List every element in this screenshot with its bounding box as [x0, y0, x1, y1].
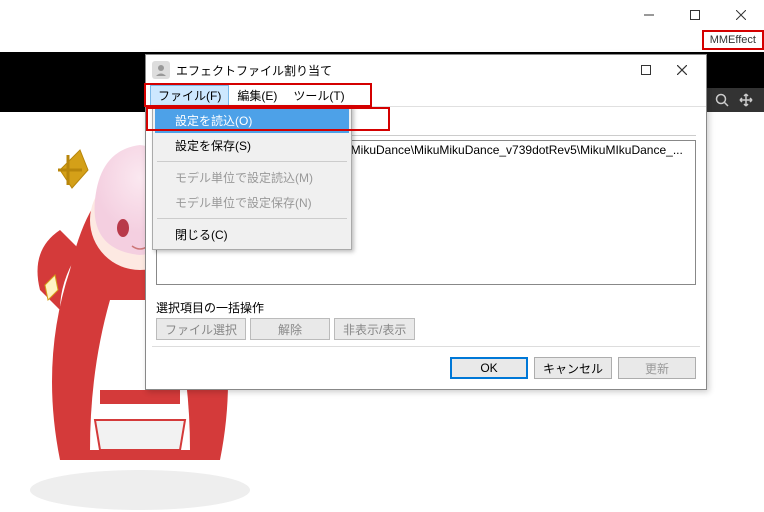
update-button[interactable]: 更新: [618, 357, 696, 379]
list-item-path: (none): [310, 161, 691, 175]
list-item-path: D:\MikuMikuDance\MikuMikuDance_v739dotRe…: [310, 143, 691, 157]
menu-item-model-save: モデル単位で設定保存(N): [155, 190, 349, 215]
menu-item-model-load: モデル単位で設定読込(M): [155, 165, 349, 190]
window-close-button[interactable]: [718, 0, 764, 30]
dialog-title: エフェクトファイル割り当て: [176, 62, 628, 79]
batch-remove-button[interactable]: 解除: [250, 318, 330, 340]
search-icon[interactable]: [710, 88, 734, 112]
menu-separator: [157, 218, 347, 219]
dialog-menubar: ファイル(F) 編集(E) ツール(T) 設定を読込(O) 設定を保存(S) モ…: [146, 85, 706, 107]
batch-file-select-button[interactable]: ファイル選択: [156, 318, 246, 340]
window-maximize-button[interactable]: [672, 0, 718, 30]
dialog-maximize-button[interactable]: [628, 57, 664, 83]
menu-item-load-settings[interactable]: 設定を読込(O): [155, 108, 349, 133]
menu-item-close[interactable]: 閉じる(C): [155, 222, 349, 247]
ok-button[interactable]: OK: [450, 357, 528, 379]
menu-separator: [157, 161, 347, 162]
batch-toggle-visible-button[interactable]: 非表示/表示: [334, 318, 415, 340]
separator: [152, 346, 700, 347]
file-menu-dropdown: 設定を読込(O) 設定を保存(S) モデル単位で設定読込(M) モデル単位で設定…: [152, 105, 352, 250]
menu-item-save-settings[interactable]: 設定を保存(S): [155, 133, 349, 158]
menu-tool[interactable]: ツール(T): [285, 85, 352, 106]
menu-file[interactable]: ファイル(F): [150, 85, 229, 106]
dialog-close-button[interactable]: [664, 57, 700, 83]
mmeffect-menu-label[interactable]: MMEffect: [702, 30, 764, 50]
dialog-app-icon: [152, 61, 170, 79]
effect-file-assign-dialog: エフェクトファイル割り当て ファイル(F) 編集(E) ツール(T) 設定を読込…: [145, 54, 707, 390]
menu-edit[interactable]: 編集(E): [229, 85, 285, 106]
move-icon[interactable]: [734, 88, 758, 112]
window-minimize-button[interactable]: [626, 0, 672, 30]
cancel-button[interactable]: キャンセル: [534, 357, 612, 379]
batch-operations-label: 選択項目の一括操作: [156, 295, 696, 318]
